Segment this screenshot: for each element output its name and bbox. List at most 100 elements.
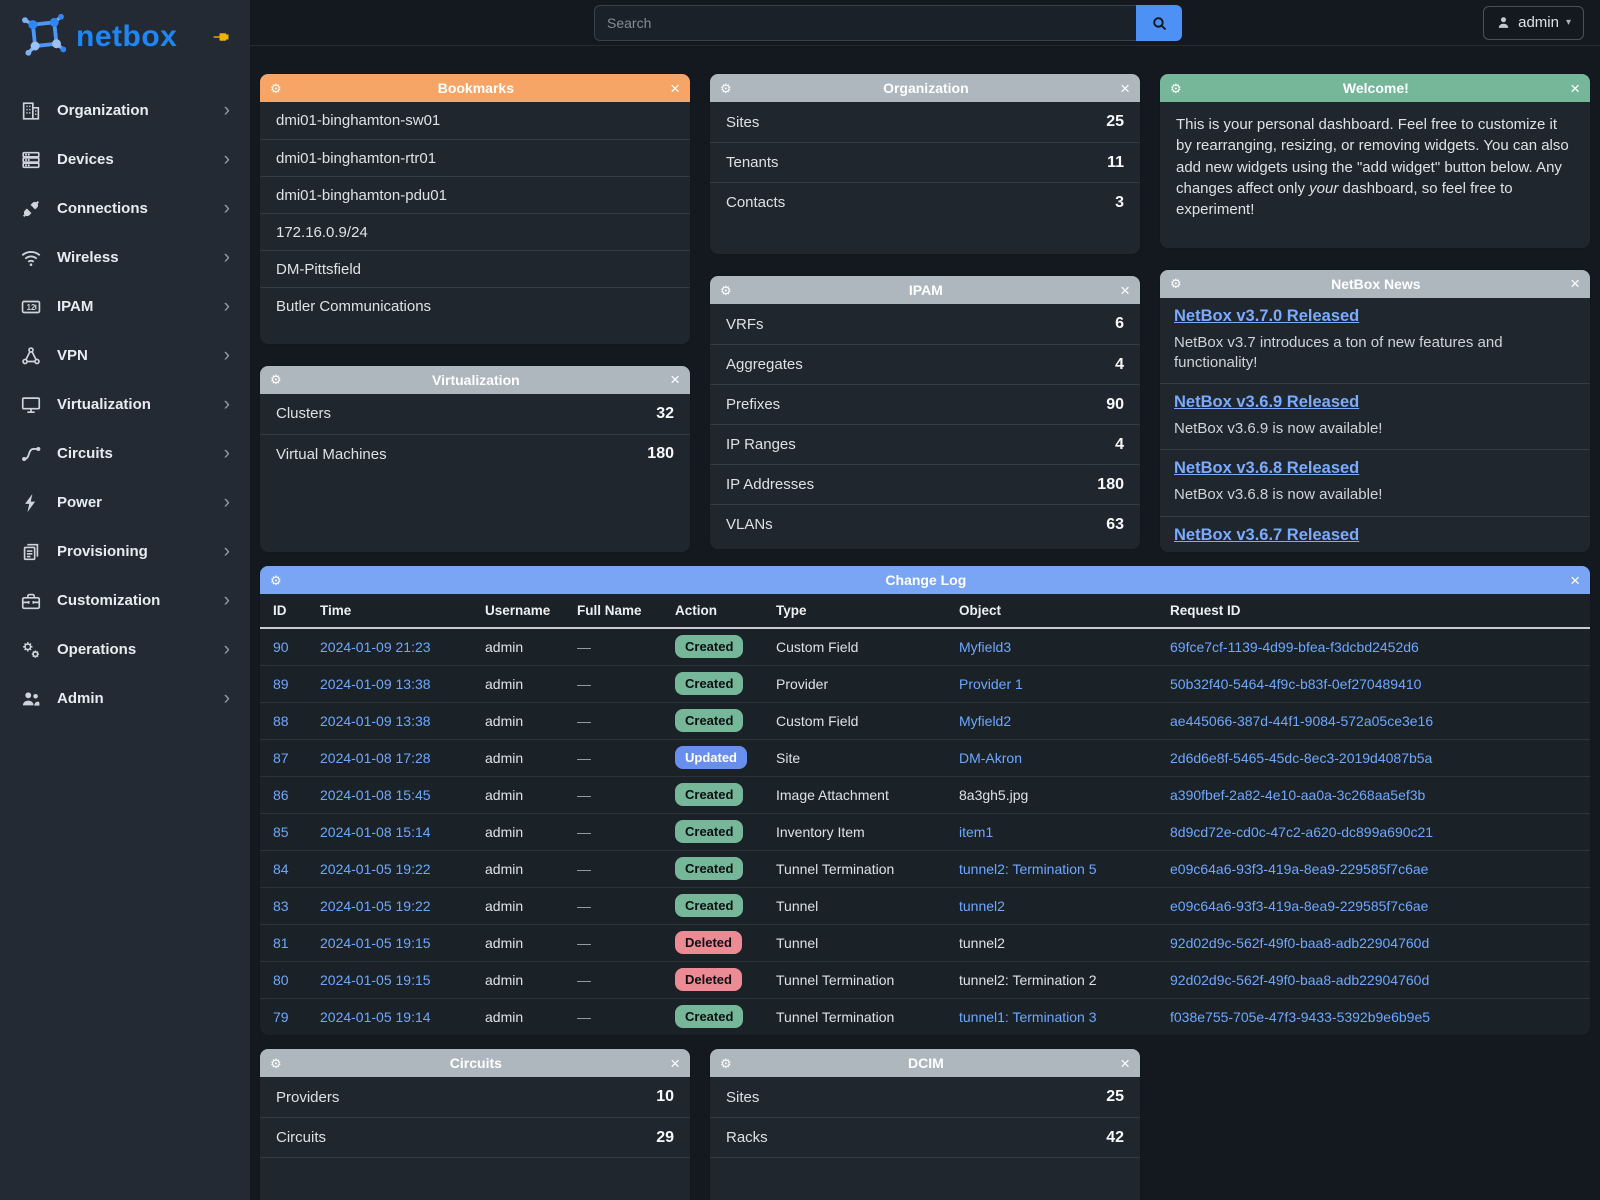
- news-link[interactable]: NetBox v3.6.8 Released: [1174, 459, 1576, 478]
- request-id-link[interactable]: f038e755-705e-47f3-9433-5392b9e6b9e5: [1170, 1009, 1430, 1025]
- change-id-link[interactable]: 83: [273, 898, 289, 914]
- sidebar-item-virtualization[interactable]: Virtualization ›: [0, 380, 250, 429]
- change-id-link[interactable]: 80: [273, 972, 289, 988]
- change-time-link[interactable]: 2024-01-08 15:14: [320, 824, 431, 840]
- object-link[interactable]: tunnel2: Termination 5: [959, 861, 1097, 877]
- change-id-link[interactable]: 84: [273, 861, 289, 877]
- sidebar-item-admin[interactable]: Admin ›: [0, 674, 250, 723]
- gear-icon[interactable]: ⚙: [270, 82, 282, 95]
- change-time-link[interactable]: 2024-01-05 19:22: [320, 898, 431, 914]
- stat-row[interactable]: VLANs 63: [710, 504, 1140, 544]
- change-time-link[interactable]: 2024-01-08 17:28: [320, 750, 431, 766]
- gear-icon[interactable]: ⚙: [720, 82, 732, 95]
- sidebar-item-circuits[interactable]: Circuits ›: [0, 429, 250, 478]
- change-time-link[interactable]: 2024-01-05 19:15: [320, 935, 431, 951]
- object-link[interactable]: Myfield2: [959, 713, 1011, 729]
- change-id-link[interactable]: 81: [273, 935, 289, 951]
- request-id-link[interactable]: 69fce7cf-1139-4d99-bfea-f3dcbd2452d6: [1170, 639, 1419, 655]
- request-id-link[interactable]: 2d6d6e8f-5465-45dc-8ec3-2019d4087b5a: [1170, 750, 1432, 766]
- change-time-link[interactable]: 2024-01-05 19:22: [320, 861, 431, 877]
- change-id-link[interactable]: 86: [273, 787, 289, 803]
- request-id-link[interactable]: 92d02d9c-562f-49f0-baa8-adb22904760d: [1170, 935, 1429, 951]
- stat-row[interactable]: IP Ranges 4: [710, 424, 1140, 464]
- change-time-link[interactable]: 2024-01-09 13:38: [320, 713, 431, 729]
- stat-row[interactable]: Virtual Machines 180: [260, 434, 690, 474]
- change-time-link[interactable]: 2024-01-09 13:38: [320, 676, 431, 692]
- stat-row[interactable]: Prefixes 90: [710, 384, 1140, 424]
- close-icon[interactable]: ×: [1120, 80, 1130, 97]
- request-id-link[interactable]: ae445066-387d-44f1-9084-572a05ce3e16: [1170, 713, 1433, 729]
- gear-icon[interactable]: ⚙: [270, 1057, 282, 1070]
- change-id-link[interactable]: 87: [273, 750, 289, 766]
- request-id-link[interactable]: 92d02d9c-562f-49f0-baa8-adb22904760d: [1170, 972, 1429, 988]
- stat-row[interactable]: VRFs 6: [710, 304, 1140, 344]
- gear-icon[interactable]: ⚙: [720, 1057, 732, 1070]
- sidebar-item-ipam[interactable]: 12 IPAM ›: [0, 282, 250, 331]
- stat-row[interactable]: Sites 25: [710, 1077, 1140, 1117]
- gear-icon[interactable]: ⚙: [270, 373, 282, 386]
- search-input[interactable]: [594, 5, 1136, 41]
- change-id-link[interactable]: 88: [273, 713, 289, 729]
- sidebar-item-devices[interactable]: Devices ›: [0, 135, 250, 184]
- bookmark-item[interactable]: dmi01-binghamton-rtr01: [260, 139, 690, 176]
- gear-icon[interactable]: ⚙: [1170, 82, 1182, 95]
- sidebar-item-customization[interactable]: Customization ›: [0, 576, 250, 625]
- stat-row[interactable]: Sites 25: [710, 102, 1140, 142]
- close-icon[interactable]: ×: [1570, 275, 1580, 292]
- news-link[interactable]: NetBox v3.6.9 Released: [1174, 393, 1576, 412]
- change-time-link[interactable]: 2024-01-05 19:14: [320, 1009, 431, 1025]
- close-icon[interactable]: ×: [1120, 1055, 1130, 1072]
- sidebar-item-power[interactable]: Power ›: [0, 478, 250, 527]
- stat-row[interactable]: Tenants 11: [710, 142, 1140, 182]
- request-id-link[interactable]: 8d9cd72e-cd0c-47c2-a620-dc899a690c21: [1170, 824, 1433, 840]
- object-link[interactable]: tunnel2: [959, 898, 1005, 914]
- bookmark-item[interactable]: 172.16.0.9/24: [260, 213, 690, 250]
- sidebar-item-wireless[interactable]: Wireless ›: [0, 233, 250, 282]
- object-link[interactable]: Myfield3: [959, 639, 1011, 655]
- news-link[interactable]: NetBox v3.7.0 Released: [1174, 307, 1576, 326]
- stat-row[interactable]: Circuits 29: [260, 1117, 690, 1157]
- sidebar-item-provisioning[interactable]: Provisioning ›: [0, 527, 250, 576]
- sidebar-item-operations[interactable]: Operations ›: [0, 625, 250, 674]
- close-icon[interactable]: ×: [670, 1055, 680, 1072]
- close-icon[interactable]: ×: [1570, 572, 1580, 589]
- close-icon[interactable]: ×: [1570, 80, 1580, 97]
- change-id-link[interactable]: 89: [273, 676, 289, 692]
- brand[interactable]: netbox: [0, 0, 250, 74]
- stat-row[interactable]: Aggregates 4: [710, 344, 1140, 384]
- stat-row[interactable]: IP Addresses 180: [710, 464, 1140, 504]
- object-link[interactable]: item1: [959, 824, 993, 840]
- change-time-link[interactable]: 2024-01-05 19:15: [320, 972, 431, 988]
- stat-row[interactable]: Clusters 32: [260, 394, 690, 434]
- bookmark-item[interactable]: Butler Communications: [260, 287, 690, 324]
- sidebar-item-organization[interactable]: Organization ›: [0, 86, 250, 135]
- bookmark-item[interactable]: dmi01-binghamton-sw01: [260, 102, 690, 139]
- close-icon[interactable]: ×: [1120, 282, 1130, 299]
- request-id-link[interactable]: 50b32f40-5464-4f9c-b83f-0ef270489410: [1170, 676, 1421, 692]
- request-id-link[interactable]: a390fbef-2a82-4e10-aa0a-3c268aa5ef3b: [1170, 787, 1425, 803]
- pin-icon[interactable]: [212, 27, 232, 47]
- change-time-link[interactable]: 2024-01-09 21:23: [320, 639, 431, 655]
- bookmark-item[interactable]: DM-Pittsfield: [260, 250, 690, 287]
- object-link[interactable]: tunnel1: Termination 3: [959, 1009, 1097, 1025]
- change-id-link[interactable]: 79: [273, 1009, 289, 1025]
- close-icon[interactable]: ×: [670, 80, 680, 97]
- request-id-link[interactable]: e09c64a6-93f3-419a-8ea9-229585f7c6ae: [1170, 898, 1428, 914]
- gear-icon[interactable]: ⚙: [270, 574, 282, 587]
- gear-icon[interactable]: ⚙: [1170, 277, 1182, 290]
- user-menu-button[interactable]: admin ▾: [1483, 6, 1584, 40]
- gear-icon[interactable]: ⚙: [720, 284, 732, 297]
- change-id-link[interactable]: 85: [273, 824, 289, 840]
- change-time-link[interactable]: 2024-01-08 15:45: [320, 787, 431, 803]
- object-link[interactable]: Provider 1: [959, 676, 1023, 692]
- stat-row[interactable]: Providers 10: [260, 1077, 690, 1117]
- close-icon[interactable]: ×: [670, 371, 680, 388]
- object-link[interactable]: DM-Akron: [959, 750, 1022, 766]
- bookmark-item[interactable]: dmi01-binghamton-pdu01: [260, 176, 690, 213]
- stat-row[interactable]: Contacts 3: [710, 182, 1140, 222]
- sidebar-item-vpn[interactable]: VPN ›: [0, 331, 250, 380]
- sidebar-item-connections[interactable]: Connections ›: [0, 184, 250, 233]
- request-id-link[interactable]: e09c64a6-93f3-419a-8ea9-229585f7c6ae: [1170, 861, 1428, 877]
- stat-row[interactable]: Racks 42: [710, 1117, 1140, 1157]
- change-id-link[interactable]: 90: [273, 639, 289, 655]
